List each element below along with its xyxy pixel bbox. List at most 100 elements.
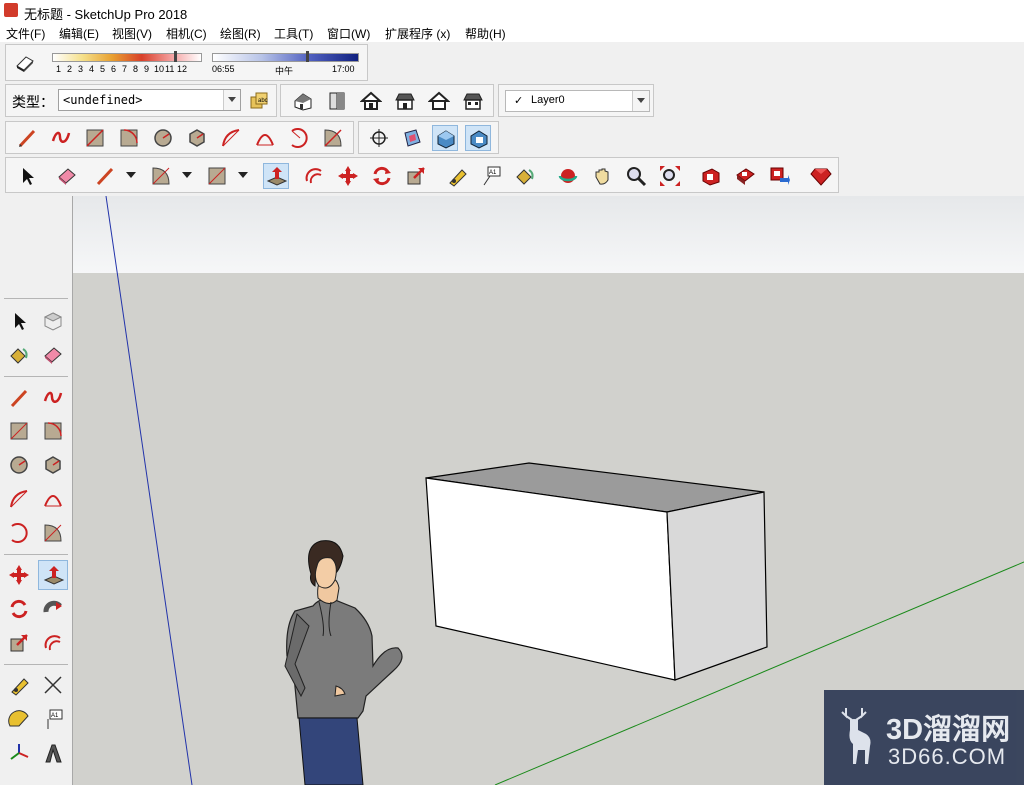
shape-dropdown[interactable] (238, 163, 248, 189)
scale-tool-button[interactable] (403, 163, 429, 189)
display-section-cuts-button[interactable] (465, 125, 491, 151)
back-house-icon (428, 91, 450, 110)
push-pull-tool-button[interactable] (263, 163, 289, 189)
polygon-tool-button-left[interactable] (40, 452, 66, 478)
text-tool-button-left[interactable]: A1 (40, 706, 66, 732)
month-label-5: 5 (100, 64, 106, 74)
pie-icon (152, 167, 170, 185)
scale-icon (407, 167, 425, 185)
offset-tool-button[interactable] (301, 163, 327, 189)
three-point-arc-button[interactable] (286, 125, 312, 151)
pie-tool-button[interactable] (320, 125, 346, 151)
paint-bucket-button-left[interactable] (6, 342, 32, 368)
pie-tool-button-left[interactable] (40, 520, 66, 546)
line-tool-button[interactable] (14, 125, 40, 151)
rotate-tool-button-left[interactable] (6, 596, 32, 622)
dimension-tool-button[interactable] (40, 672, 66, 698)
orbit-tool-button[interactable] (555, 163, 581, 189)
share-model-button[interactable] (732, 163, 758, 189)
front-view-button[interactable] (358, 88, 384, 114)
rotated-rectangle-button-left[interactable] (40, 418, 66, 444)
top-view-button[interactable] (324, 88, 350, 114)
menu-draw[interactable]: 绘图(R) (220, 25, 261, 42)
pan-tool-button[interactable] (589, 163, 615, 189)
back-view-button[interactable] (426, 88, 452, 114)
line-tool-button-2[interactable] (92, 163, 118, 189)
display-section-planes-button[interactable] (432, 125, 458, 151)
right-house-icon (395, 93, 415, 110)
rotated-rectangle-button[interactable] (116, 125, 142, 151)
month-slider[interactable] (52, 53, 202, 62)
3d-text-tool-button[interactable] (40, 740, 66, 766)
month-label-10: 10 (154, 64, 165, 74)
text-tool-button[interactable]: A1 (478, 163, 504, 189)
select-tool-button[interactable] (14, 163, 40, 189)
protractor-tool-button[interactable] (6, 706, 32, 732)
axes-tool-button[interactable] (6, 740, 32, 766)
polygon-tool-button[interactable] (184, 125, 210, 151)
time-slider-thumb[interactable] (306, 51, 309, 62)
time-slider[interactable] (212, 53, 359, 62)
shadow-toggle-button[interactable] (12, 50, 38, 76)
circle-tool-button-left[interactable] (6, 452, 32, 478)
eraser-tool-button-left[interactable] (40, 342, 66, 368)
menu-edit[interactable]: 编辑(E) (59, 25, 99, 42)
rotate-tool-button[interactable] (369, 163, 395, 189)
warehouse-button[interactable] (698, 163, 724, 189)
type-select[interactable]: <undefined> (58, 89, 241, 111)
zoom-tool-button[interactable] (623, 163, 649, 189)
camera-toolbar (358, 121, 499, 154)
menu-file[interactable]: 文件(F) (6, 25, 45, 42)
eraser-tool-button[interactable] (54, 163, 80, 189)
freehand-tool-button-left[interactable] (40, 385, 66, 411)
follow-me-tool-button[interactable] (40, 596, 66, 622)
menu-help[interactable]: 帮助(H) (465, 25, 506, 42)
make-component-button[interactable] (40, 308, 66, 334)
arc-dropdown[interactable] (182, 163, 192, 189)
pie-icon (44, 524, 62, 542)
orbit-icon (558, 169, 578, 183)
push-pull-tool-button-left[interactable] (38, 560, 68, 590)
iso-view-button[interactable] (290, 88, 316, 114)
line-tool-button-left[interactable] (6, 385, 32, 411)
offset-tool-button-left[interactable] (40, 630, 66, 656)
month-label-1: 1 (56, 64, 62, 74)
scale-tool-button-left[interactable] (6, 630, 32, 656)
left-view-button[interactable] (460, 88, 486, 114)
type-value: <undefined> (63, 93, 143, 107)
menu-extensions[interactable]: 扩展程序 (x) (385, 25, 450, 42)
paint-bucket-button[interactable] (512, 163, 538, 189)
layer-select[interactable]: ✓ Layer0 (505, 90, 650, 112)
arc-tool-button-left[interactable] (6, 486, 32, 512)
select-tool-button-left[interactable] (6, 308, 32, 334)
three-point-arc-button-left[interactable] (6, 520, 32, 546)
circle-tool-button[interactable] (150, 125, 176, 151)
line-dropdown[interactable] (126, 163, 136, 189)
position-camera-button[interactable] (366, 125, 392, 151)
move-tool-button-left[interactable] (6, 562, 32, 588)
tape-measure-button-left[interactable] (6, 672, 32, 698)
arc-tool-button[interactable] (218, 125, 244, 151)
menu-window[interactable]: 窗口(W) (327, 25, 370, 42)
move-tool-button[interactable] (335, 163, 361, 189)
month-slider-thumb[interactable] (174, 51, 177, 62)
menu-camera[interactable]: 相机(C) (166, 25, 207, 42)
component-options-button[interactable]: abc (246, 88, 272, 114)
extension-warehouse-button[interactable] (808, 163, 834, 189)
two-point-arc-button[interactable] (252, 125, 278, 151)
rectangle-tool-button[interactable] (82, 125, 108, 151)
drawing-toolbar (5, 121, 354, 154)
freehand-tool-button[interactable] (48, 125, 74, 151)
arc-tool-button-2[interactable] (148, 163, 174, 189)
right-view-button[interactable] (392, 88, 418, 114)
menu-view[interactable]: 视图(V) (112, 25, 152, 42)
menu-tools[interactable]: 工具(T) (274, 25, 313, 42)
shape-tool-button[interactable] (204, 163, 230, 189)
section-plane-button[interactable] (399, 125, 425, 151)
tape-measure-button[interactable] (444, 163, 470, 189)
two-point-arc-button-left[interactable] (40, 486, 66, 512)
rectangle-tool-button-left[interactable] (6, 418, 32, 444)
move-arrows-icon (338, 166, 358, 186)
share-component-button[interactable] (766, 163, 792, 189)
zoom-extents-button[interactable] (657, 163, 683, 189)
